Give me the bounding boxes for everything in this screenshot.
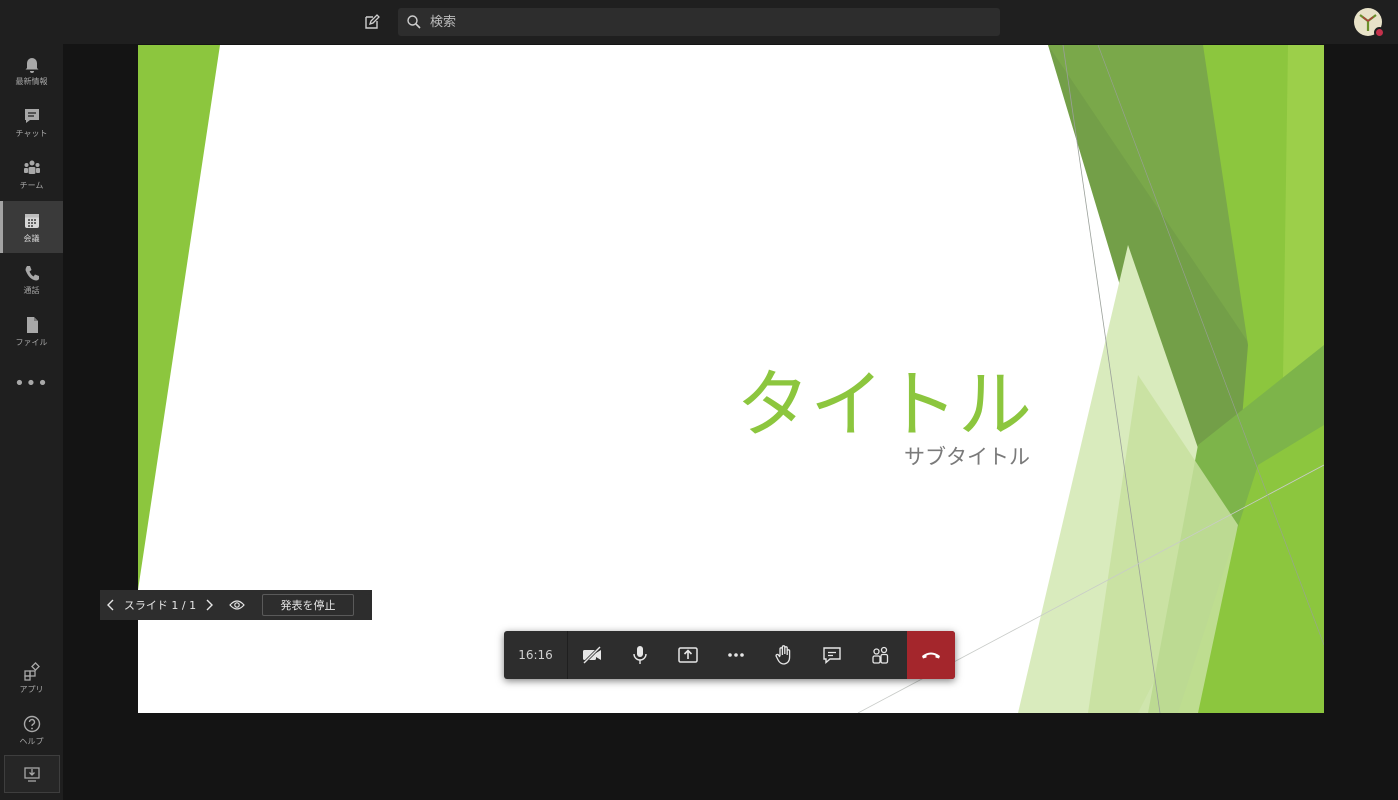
rail-item-label: アプリ xyxy=(19,684,44,694)
slide-counter: スライド 1 / 1 xyxy=(123,599,197,612)
share-screen-button[interactable] xyxy=(664,631,712,679)
eye-icon xyxy=(229,600,245,610)
more-actions-button[interactable] xyxy=(712,631,760,679)
compose-icon xyxy=(365,14,380,29)
more-apps-button[interactable]: ••• xyxy=(0,368,63,398)
search-input[interactable] xyxy=(428,8,1000,36)
rail-item-activity[interactable]: 最新情報 xyxy=(0,44,63,96)
chevron-right-icon xyxy=(206,599,213,611)
presenter-controls: スライド 1 / 1 発表を停止 xyxy=(100,590,372,620)
raise-hand-icon xyxy=(775,645,791,665)
hang-up-button[interactable] xyxy=(907,631,955,679)
rail-item-teams[interactable]: チーム xyxy=(0,148,63,200)
phone-icon xyxy=(25,265,39,280)
apps-icon xyxy=(23,661,40,681)
presence-busy-indicator xyxy=(1374,27,1385,38)
slide-subtitle: サブタイトル xyxy=(904,445,1030,469)
rail-item-label: 通話 xyxy=(23,285,40,295)
camera-off-icon xyxy=(582,645,602,665)
rail-item-label: ファイル xyxy=(15,337,48,347)
hang-up-icon xyxy=(922,652,940,659)
presenter-view-button[interactable] xyxy=(220,590,254,620)
rail-item-label: 最新情報 xyxy=(15,76,48,86)
previous-slide-button[interactable] xyxy=(100,590,122,620)
rail-item-help[interactable]: ヘルプ xyxy=(0,704,63,756)
rail-item-meetings[interactable]: 会議 xyxy=(0,201,63,253)
calendar-icon xyxy=(24,213,39,228)
rail-item-chat[interactable]: チャット xyxy=(0,96,63,148)
download-app-button[interactable] xyxy=(4,755,60,793)
rail-item-label: チャット xyxy=(15,128,48,138)
search-icon xyxy=(407,15,421,29)
rail-item-calls[interactable]: 通話 xyxy=(0,253,63,305)
rail-item-files[interactable]: ファイル xyxy=(0,305,63,357)
show-participants-button[interactable] xyxy=(856,631,904,679)
chat-icon xyxy=(24,108,39,123)
stop-presenting-button[interactable]: 発表を停止 xyxy=(262,594,354,616)
rail-item-label: チーム xyxy=(19,180,44,190)
file-icon xyxy=(26,316,38,333)
call-timer: 16:16 xyxy=(504,631,568,679)
raise-hand-button[interactable] xyxy=(760,631,808,679)
more-icon: ••• xyxy=(14,372,49,394)
search-box[interactable] xyxy=(398,8,1000,36)
compose-button[interactable] xyxy=(360,10,384,34)
top-bar xyxy=(0,0,1398,44)
download-icon xyxy=(24,767,40,782)
next-slide-button[interactable] xyxy=(198,590,220,620)
rail-item-apps[interactable]: アプリ xyxy=(0,652,63,704)
chevron-left-icon xyxy=(107,599,114,611)
show-conversation-button[interactable] xyxy=(808,631,856,679)
more-horizontal-icon xyxy=(728,653,744,657)
participants-icon xyxy=(872,646,889,664)
rail-item-label: 会議 xyxy=(23,233,40,243)
camera-toggle-button[interactable] xyxy=(568,631,616,679)
call-controls-bar: 16:16 xyxy=(504,631,955,679)
bell-icon xyxy=(25,57,38,73)
mic-toggle-button[interactable] xyxy=(616,631,664,679)
help-icon xyxy=(23,715,40,732)
app-rail: 最新情報 チャット チーム 会議 通話 ファイル ••• アプリ ヘルプ xyxy=(0,44,63,800)
share-tray-icon xyxy=(678,647,698,663)
rail-item-label: ヘルプ xyxy=(19,736,44,746)
teams-icon xyxy=(23,160,40,174)
slide-title: タイトル xyxy=(736,362,1032,448)
microphone-icon xyxy=(633,646,647,664)
chat-bubble-icon xyxy=(823,647,841,665)
